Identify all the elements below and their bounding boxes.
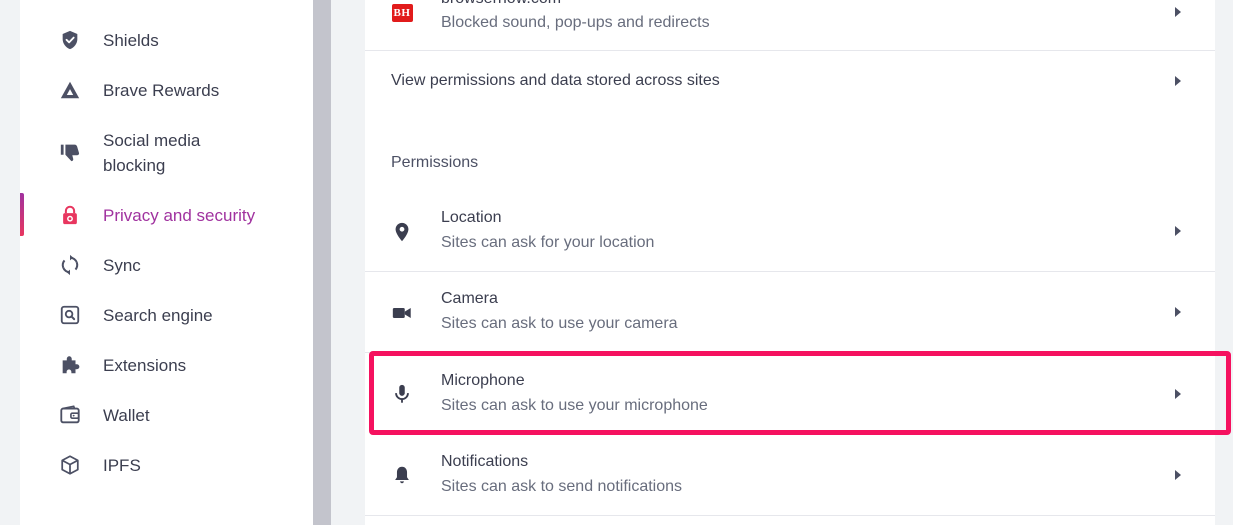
sync-icon bbox=[58, 253, 82, 277]
permission-row-microphone[interactable]: Microphone Sites can ask to use your mic… bbox=[365, 353, 1215, 434]
permission-title: Notifications bbox=[441, 453, 529, 470]
site-favicon: BH bbox=[389, 0, 415, 26]
sidebar-item-label: Social media blocking bbox=[103, 131, 201, 175]
sidebar-item-label: Search engine bbox=[103, 306, 213, 325]
sidebar-item-label: Extensions bbox=[103, 356, 187, 375]
sidebar-item-privacy-and-security[interactable]: Privacy and security bbox=[20, 203, 313, 228]
permission-subtitle: Sites can ask to use your camera bbox=[441, 315, 678, 332]
chevron-right-icon bbox=[1173, 75, 1183, 87]
bell-icon bbox=[389, 462, 415, 488]
chevron-right-icon bbox=[1173, 469, 1183, 481]
lock-icon bbox=[58, 203, 82, 227]
view-permissions-row[interactable]: View permissions and data stored across … bbox=[365, 51, 1215, 113]
sidebar-item-brave-rewards[interactable]: Brave Rewards bbox=[20, 78, 313, 103]
permission-row-location[interactable]: Location Sites can ask for your location bbox=[365, 190, 1215, 272]
permissions-heading: Permissions bbox=[391, 154, 479, 171]
chevron-right-icon bbox=[1173, 306, 1183, 318]
site-title: browserhow.com bbox=[441, 0, 561, 9]
permission-title: Camera bbox=[441, 290, 498, 307]
camera-icon bbox=[389, 300, 415, 326]
sidebar-scrollbar[interactable] bbox=[313, 0, 331, 525]
sidebar-item-social-media-blocking[interactable]: Social media blocking bbox=[20, 128, 313, 178]
site-row-browserhow[interactable]: BH browserhow.com Blocked sound, pop-ups… bbox=[365, 0, 1215, 51]
sidebar-item-wallet[interactable]: Wallet bbox=[20, 403, 313, 428]
permission-subtitle: Sites can ask for your location bbox=[441, 234, 655, 251]
sidebar-item-label: Wallet bbox=[103, 406, 150, 425]
permission-subtitle: Sites can ask to use your microphone bbox=[441, 397, 708, 414]
shield-icon bbox=[58, 28, 82, 52]
sidebar-item-search-engine[interactable]: Search engine bbox=[20, 303, 313, 328]
sidebar-item-label: Privacy and security bbox=[103, 206, 256, 225]
cube-icon bbox=[58, 453, 82, 477]
wallet-icon bbox=[58, 403, 82, 427]
chevron-right-icon bbox=[1173, 388, 1183, 400]
sidebar-item-ipfs[interactable]: IPFS bbox=[20, 453, 313, 478]
brave-rewards-triangle-icon bbox=[58, 78, 82, 102]
permission-subtitle: Sites can ask to send notifications bbox=[441, 478, 683, 495]
permission-title: Microphone bbox=[441, 372, 525, 389]
permission-title: Location bbox=[441, 209, 502, 226]
settings-sidebar: Shields Brave Rewards Social media block… bbox=[20, 0, 313, 525]
sidebar-item-label: Brave Rewards bbox=[103, 81, 220, 100]
view-permissions-label: View permissions and data stored across … bbox=[391, 72, 720, 89]
privacy-settings-card: BH browserhow.com Blocked sound, pop-ups… bbox=[365, 0, 1215, 525]
location-pin-icon bbox=[389, 219, 415, 245]
chevron-right-icon bbox=[1173, 225, 1183, 237]
search-engine-icon bbox=[58, 303, 82, 327]
puzzle-icon bbox=[58, 353, 82, 377]
sidebar-item-label: Sync bbox=[103, 256, 141, 275]
microphone-icon bbox=[389, 381, 415, 407]
permission-row-camera[interactable]: Camera Sites can ask to use your camera bbox=[365, 272, 1215, 353]
sidebar-item-label: IPFS bbox=[103, 456, 141, 475]
settings-page: Shields Brave Rewards Social media block… bbox=[0, 0, 1233, 525]
permission-row-notifications[interactable]: Notifications Sites can ask to send noti… bbox=[365, 434, 1215, 516]
site-subtitle: Blocked sound, pop-ups and redirects bbox=[441, 14, 710, 31]
sidebar-item-sync[interactable]: Sync bbox=[20, 253, 313, 278]
sidebar-item-extensions[interactable]: Extensions bbox=[20, 353, 313, 378]
thumbs-down-icon bbox=[58, 140, 82, 164]
sidebar-item-label: Shields bbox=[103, 31, 159, 50]
sidebar-item-shields[interactable]: Shields bbox=[20, 28, 313, 53]
chevron-right-icon bbox=[1173, 6, 1183, 18]
